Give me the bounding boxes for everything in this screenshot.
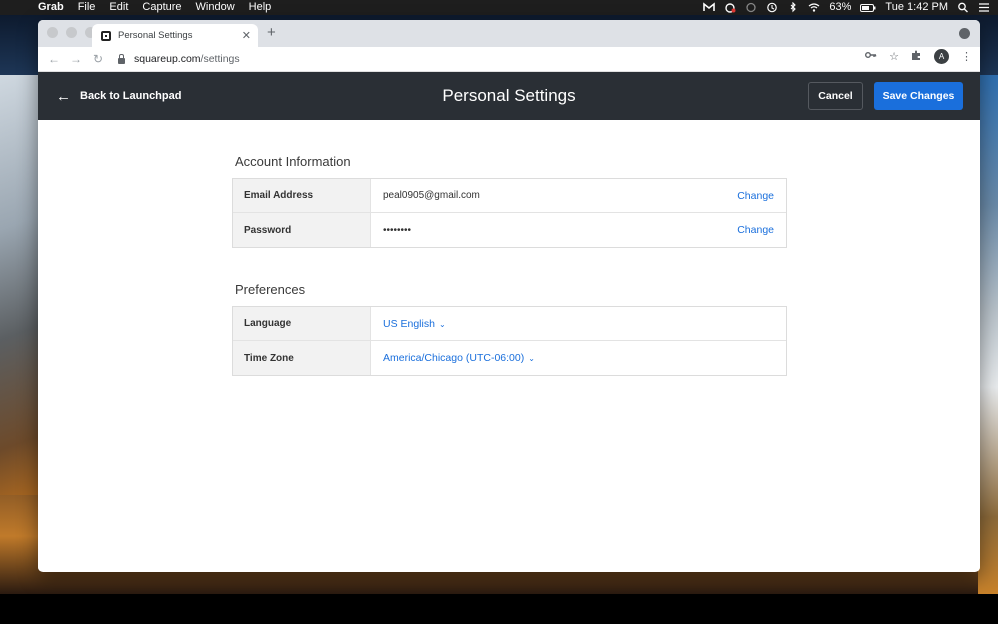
time-machine-icon[interactable] [766,2,778,13]
time-zone-row: Time Zone America/Chicago (UTC-06:00) ⌄ [233,341,786,375]
settings-content: Account Information Email Address peal09… [38,120,980,571]
menu-window[interactable]: Window [196,0,235,15]
change-password-link[interactable]: Change [737,224,774,236]
time-zone-label: Time Zone [233,341,371,375]
window-controls [47,27,96,38]
mac-menu-bar: Grab File Edit Capture Window Help 63% T… [0,0,998,15]
notification-center-icon[interactable] [978,2,990,13]
password-row: Password •••••••• Change [233,213,786,247]
language-select[interactable]: US English ⌄ [383,318,446,330]
spotlight-search-icon[interactable] [957,2,969,13]
menu-app-name[interactable]: Grab [38,0,64,15]
extensions-puzzle-icon[interactable] [911,50,922,64]
menu-help[interactable]: Help [249,0,272,15]
settings-header: ← Back to Launchpad Personal Settings Ca… [38,72,980,120]
bookmark-star-icon[interactable]: ☆ [889,50,899,63]
language-value: US English [383,317,435,330]
password-value-cell: •••••••• Change [371,213,786,247]
profile-avatar[interactable]: A [934,49,949,64]
language-label: Language [233,307,371,340]
tab-title: Personal Settings [118,30,193,41]
square-favicon-icon [101,30,111,41]
creative-cloud-icon[interactable] [724,2,736,13]
browser-window: Personal Settings ✕ + ← → ↻ squareup.com… [38,20,980,572]
lock-icon [118,54,125,64]
new-tab-icon[interactable]: + [267,24,276,41]
password-label: Password [233,213,371,247]
url-path: /settings [200,53,240,65]
screen-bottom [0,594,998,624]
sync-icon[interactable] [745,2,757,13]
wifi-icon[interactable] [808,2,820,13]
menu-edit[interactable]: Edit [109,0,128,15]
forward-arrow-icon[interactable]: → [65,52,87,66]
preferences-table: Language US English ⌄ Time Zone America/C… [232,306,787,376]
close-tab-icon[interactable]: ✕ [242,29,251,42]
email-value: peal0905@gmail.com [383,190,480,201]
tab-personal-settings[interactable]: Personal Settings ✕ [92,24,258,47]
minimize-window-button[interactable] [66,27,77,38]
time-zone-value: America/Chicago (UTC-06:00) [383,352,525,364]
battery-icon[interactable] [860,2,876,13]
tab-strip: Personal Settings ✕ + [38,20,980,47]
account-section-title: Account Information [235,154,351,169]
change-email-link[interactable]: Change [737,190,774,202]
time-zone-select[interactable]: America/Chicago (UTC-06:00) ⌄ [383,352,535,364]
time-zone-value-cell: America/Chicago (UTC-06:00) ⌄ [371,341,786,375]
key-icon[interactable] [865,50,877,63]
toolbar-actions: ☆ A ⋮ [865,49,972,64]
email-row: Email Address peal0905@gmail.com Change [233,179,786,213]
email-value-cell: peal0905@gmail.com Change [371,179,786,212]
address-bar[interactable]: squareup.com/settings [118,49,240,69]
bluetooth-icon[interactable] [787,1,799,13]
chevron-down-icon: ⌄ [528,354,535,363]
menu-capture[interactable]: Capture [142,0,181,15]
language-row: Language US English ⌄ [233,307,786,341]
reload-icon[interactable]: ↻ [87,52,109,66]
menu-file[interactable]: File [78,0,96,15]
password-value: •••••••• [383,224,412,236]
url-host: squareup.com [134,53,201,65]
back-arrow-icon[interactable]: ← [43,52,65,66]
email-label: Email Address [233,179,371,212]
battery-percent: 63% [829,1,852,13]
preferences-section-title: Preferences [235,282,306,297]
mail-icon[interactable] [703,2,716,13]
background-window-edge [978,75,998,595]
tab-search-icon[interactable] [959,28,970,39]
cancel-button[interactable]: Cancel [808,82,863,110]
browser-toolbar: ← → ↻ squareup.com/settings ☆ A ⋮ [38,47,980,72]
language-value-cell: US English ⌄ [371,307,786,340]
account-table: Email Address peal0905@gmail.com Change … [232,178,787,248]
chevron-down-icon: ⌄ [438,319,446,329]
save-changes-button[interactable]: Save Changes [874,82,963,110]
browser-menu-icon[interactable]: ⋮ [961,50,972,63]
close-window-button[interactable] [47,27,58,38]
menu-status-area: 63% Tue 1:42 PM [703,0,998,15]
clock[interactable]: Tue 1:42 PM [885,0,948,15]
